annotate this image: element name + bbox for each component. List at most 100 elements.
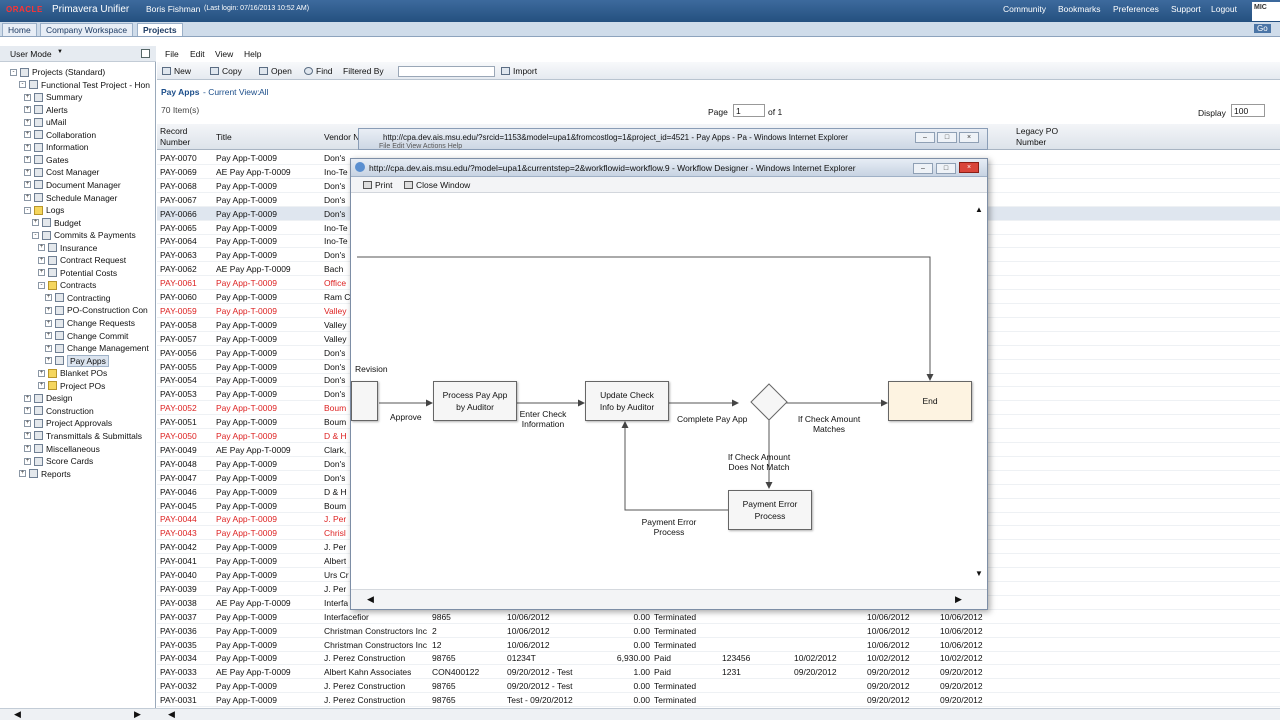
tree-item[interactable]: + Insurance [38,242,97,254]
expand-icon[interactable]: + [38,244,45,252]
table-row[interactable]: PAY-0031 Pay App-T-0009 J. Perez Construct… [157,693,1280,708]
expand-icon[interactable]: + [24,106,31,114]
workflow-hscroll[interactable]: ◀ ▶ [351,589,987,609]
horizontal-scrollbar[interactable]: ◀ ▶ ◀ [0,708,1280,720]
tree-item[interactable]: - Contracts [38,279,96,291]
table-row[interactable]: PAY-0035 Pay App-T-0009 Christman Construc… [157,638,1280,652]
collapse-icon[interactable]: - [19,81,26,89]
link-bookmarks[interactable]: Bookmarks [1058,4,1101,14]
workflow-minimize-icon[interactable]: – [913,163,933,174]
minimize-icon[interactable]: – [915,132,935,143]
copy-button[interactable]: Copy [210,66,242,76]
table-row[interactable]: PAY-0033 AE Pay App-T-0009 Albert Kahn Ass… [157,665,1280,680]
menu-file[interactable]: File [165,49,179,59]
menu-edit[interactable]: Edit [190,49,205,59]
link-support[interactable]: Support [1171,4,1201,14]
collapse-icon[interactable]: - [24,206,31,214]
tree-item[interactable]: + Alerts [24,104,68,116]
expand-icon[interactable]: + [24,156,31,164]
tree-item[interactable]: + uMail [24,116,66,128]
tree-item[interactable]: + Project Approvals [24,417,112,429]
tree-item[interactable]: + Information [24,141,89,153]
expand-icon[interactable]: + [45,332,52,340]
tree-item[interactable]: + Design [24,392,72,404]
expand-icon[interactable]: + [24,432,31,440]
tree-item[interactable]: + Blanket POs [38,367,107,379]
tree-item[interactable]: + Schedule Manager [24,192,117,204]
link-preferences[interactable]: Preferences [1113,4,1159,14]
close-window-button[interactable]: Close Window [404,180,470,190]
tree-item[interactable]: - Logs [24,204,64,216]
tree-item[interactable]: + Reports [19,468,71,480]
col-vendor[interactable]: Vendor N [324,132,359,143]
tab-company-workspace[interactable]: Company Workspace [40,23,134,36]
expand-icon[interactable]: + [45,344,52,352]
workflow-maximize-icon[interactable]: □ [936,163,956,174]
grid-scroll-left-icon[interactable]: ◀ [168,709,175,720]
expand-icon[interactable]: + [24,168,31,176]
tree-item[interactable]: - Projects (Standard) [10,66,105,78]
tree-item[interactable]: + Transmittals & Submittals [24,430,142,442]
import-button[interactable]: Import [501,66,537,76]
expand-icon[interactable]: + [24,194,31,201]
scroll-left-icon[interactable]: ◀ [14,709,21,720]
tab-projects[interactable]: Projects [137,23,183,36]
tree-item[interactable]: + Potential Costs [38,267,117,279]
tree-item[interactable]: - Functional Test Project - Hon [19,79,150,91]
link-community[interactable]: Community [1003,4,1046,14]
expand-icon[interactable]: + [38,269,45,277]
open-button[interactable]: Open [259,66,292,76]
canvas-scroll-down-icon[interactable]: ▼ [975,569,983,578]
expand-icon[interactable]: + [24,143,31,151]
tree-item[interactable]: + Score Cards [24,455,93,467]
tree-item[interactable]: + Change Requests [45,317,135,329]
expand-icon[interactable]: + [24,457,31,465]
col-legacy-po[interactable]: Legacy PO Number [1016,126,1058,148]
tree-item[interactable]: + PO-Construction Con [45,304,148,316]
table-row[interactable]: PAY-0034 Pay App-T-0009 J. Perez Construct… [157,651,1280,666]
col-record-number[interactable]: Record Number [160,126,190,148]
new-button[interactable]: New [162,66,191,76]
workflow-scroll-right-icon[interactable]: ▶ [955,594,962,605]
tree-item[interactable]: + Project POs [38,380,105,392]
expand-icon[interactable]: + [38,256,45,264]
tree-item[interactable]: + Change Management [45,342,149,354]
find-button[interactable]: Find [304,66,333,76]
collapse-sidebar-icon[interactable] [141,49,150,58]
tree-item[interactable]: + Contract Request [38,254,126,266]
tree-item[interactable]: + Miscellaneous [24,443,100,455]
canvas-scroll-up-icon[interactable]: ▲ [975,205,983,214]
workflow-scroll-left-icon[interactable]: ◀ [367,594,374,605]
expand-icon[interactable]: + [38,382,45,390]
tree-item[interactable]: + Document Manager [24,179,121,191]
process-pay-app-step[interactable]: Process Pay App by Auditor [433,381,517,421]
table-row[interactable]: PAY-0032 Pay App-T-0009 J. Perez Construct… [157,679,1280,694]
update-check-step[interactable]: Update Check Info by Auditor [585,381,669,421]
payment-error-step[interactable]: Payment Error Process [728,490,812,530]
display-select[interactable]: 100 [1231,104,1265,117]
tree-item[interactable]: + Cost Manager [24,166,99,178]
expand-icon[interactable]: + [45,294,52,302]
scroll-right-icon[interactable]: ▶ [134,709,141,720]
end-step[interactable]: End [888,381,972,421]
filter-select[interactable] [398,66,495,77]
link-logout[interactable]: Logout [1211,4,1237,14]
col-title[interactable]: Title [216,132,232,143]
expand-icon[interactable]: + [24,181,31,189]
tree-item[interactable]: + Gates [24,154,69,166]
expand-icon[interactable]: + [24,118,31,126]
expand-icon[interactable]: + [24,419,31,427]
expand-icon[interactable]: + [45,319,52,327]
expand-icon[interactable]: + [38,369,45,377]
expand-icon[interactable]: + [45,357,52,365]
tree-item[interactable]: + Summary [24,91,82,103]
workflow-close-icon[interactable]: × [959,162,979,173]
expand-icon[interactable]: + [24,445,31,452]
expand-icon[interactable]: + [24,394,31,402]
collapse-icon[interactable]: - [32,231,39,239]
collapse-icon[interactable]: - [38,281,45,289]
maximize-icon[interactable]: □ [937,132,957,143]
tree-item[interactable]: + Budget [32,217,81,229]
tree-item[interactable]: + Contracting [45,292,110,304]
tree-item[interactable]: + Construction [24,405,94,417]
